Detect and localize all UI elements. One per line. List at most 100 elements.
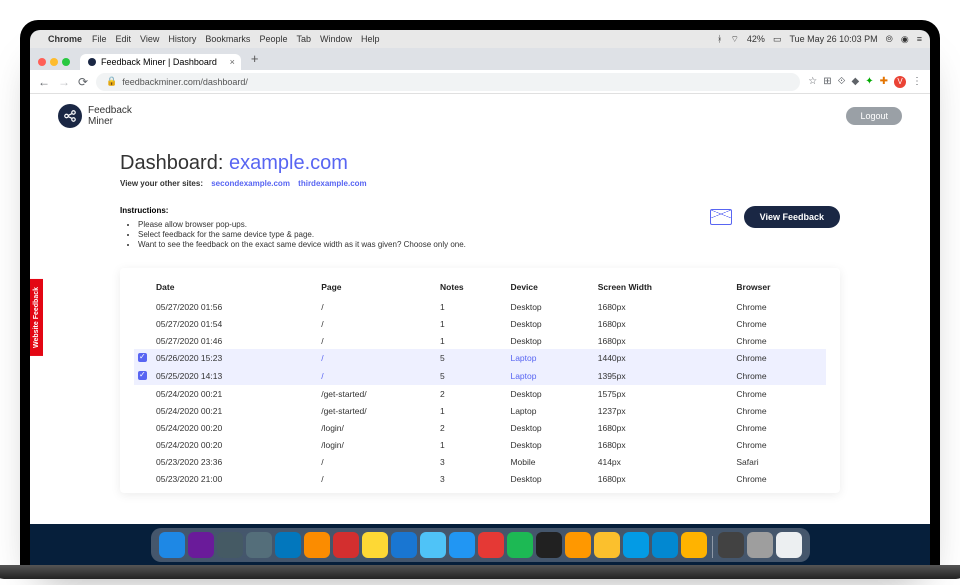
menubar-item[interactable]: File xyxy=(92,34,107,44)
dock-app[interactable] xyxy=(747,532,773,558)
logout-button[interactable]: Logout xyxy=(846,107,902,125)
page-title: Dashboard: example.com xyxy=(120,152,840,175)
dock-app[interactable] xyxy=(159,532,185,558)
table-row[interactable]: 05/27/2020 01:56/1Desktop1680pxChrome xyxy=(134,298,826,315)
site-link[interactable]: secondexample.com xyxy=(211,179,290,188)
table-row[interactable]: 05/24/2020 00:21/get-started/2Desktop157… xyxy=(134,385,826,402)
new-tab-button[interactable]: + xyxy=(245,51,265,70)
feedback-side-tab[interactable]: Website Feedback xyxy=(30,279,43,356)
reload-button[interactable]: ⟳ xyxy=(78,75,88,89)
dock-app[interactable] xyxy=(391,532,417,558)
dock-app[interactable] xyxy=(246,532,272,558)
close-tab-icon[interactable]: × xyxy=(230,57,235,67)
macos-menubar: Chrome File Edit View History Bookmarks Peopl… xyxy=(30,30,930,48)
dock-app[interactable] xyxy=(478,532,504,558)
screen: Chrome File Edit View History Bookmarks Peopl… xyxy=(30,30,930,565)
logo-mark xyxy=(58,104,82,128)
dock-app[interactable] xyxy=(188,532,214,558)
extension-icon[interactable]: ✚ xyxy=(880,76,888,87)
table-row[interactable]: 05/27/2020 01:46/1Desktop1680pxChrome xyxy=(134,332,826,349)
extension-icon[interactable]: ⊞ xyxy=(823,76,831,87)
menubar-item[interactable]: Bookmarks xyxy=(205,34,250,44)
row-checkbox[interactable] xyxy=(138,371,147,380)
view-feedback-button[interactable]: View Feedback xyxy=(744,206,840,228)
menubar-item[interactable]: View xyxy=(140,34,159,44)
column-header[interactable]: Screen Width xyxy=(594,278,733,298)
instruction-item: Select feedback for the same device type… xyxy=(138,230,466,239)
table-row[interactable]: 05/25/2020 14:13/5Laptop1395pxChrome xyxy=(134,367,826,385)
app-header: FeedbackMiner Logout xyxy=(30,94,930,136)
menu-icon[interactable]: ≡ xyxy=(917,34,922,44)
menubar-item[interactable]: Tab xyxy=(296,34,311,44)
menubar-item[interactable]: Help xyxy=(361,34,380,44)
dock-app[interactable] xyxy=(362,532,388,558)
column-header[interactable]: Device xyxy=(506,278,593,298)
address-bar[interactable]: 🔒 feedbackminer.com/dashboard/ xyxy=(96,73,800,91)
other-sites: View your other sites: secondexample.com… xyxy=(120,179,840,188)
dock-app[interactable] xyxy=(420,532,446,558)
clock: Tue May 26 10:03 PM xyxy=(789,34,877,44)
macos-dock xyxy=(30,524,930,565)
battery-text: 42% xyxy=(747,34,765,44)
lock-icon: 🔒 xyxy=(106,76,117,87)
dock-app[interactable] xyxy=(718,532,744,558)
browser-toolbar: ← → ⟳ 🔒 feedbackminer.com/dashboard/ ☆ ⊞… xyxy=(30,70,930,94)
dock-app[interactable] xyxy=(333,532,359,558)
column-header[interactable]: Page xyxy=(317,278,436,298)
menubar-app[interactable]: Chrome xyxy=(48,34,82,44)
instruction-item: Please allow browser pop-ups. xyxy=(138,220,466,229)
maximize-window[interactable] xyxy=(62,58,70,66)
dock-app[interactable] xyxy=(275,532,301,558)
dock-app[interactable] xyxy=(449,532,475,558)
extension-icon[interactable]: ◆ xyxy=(852,76,860,87)
mail-icon[interactable] xyxy=(710,209,732,225)
dock-app[interactable] xyxy=(623,532,649,558)
menubar-item[interactable]: History xyxy=(168,34,196,44)
dock-app[interactable] xyxy=(652,532,678,558)
dock-app[interactable] xyxy=(304,532,330,558)
url-text: feedbackminer.com/dashboard/ xyxy=(122,77,248,87)
forward-button[interactable]: → xyxy=(58,75,70,89)
table-row[interactable]: 05/24/2020 00:20/login/1Desktop1680pxChr… xyxy=(134,436,826,453)
column-header[interactable]: Browser xyxy=(732,278,826,298)
extension-icon[interactable]: ✦ xyxy=(865,76,873,87)
page-content: Website Feedback FeedbackMiner Logout Da… xyxy=(30,94,930,524)
site-link[interactable]: thirdexample.com xyxy=(298,179,366,188)
dock-app[interactable] xyxy=(507,532,533,558)
browser-tab-strip: Feedback Miner | Dashboard × + xyxy=(30,48,930,70)
column-header[interactable]: Notes xyxy=(436,278,506,298)
chrome-menu-icon[interactable]: ⋮ xyxy=(912,76,922,87)
favicon xyxy=(88,58,96,66)
wifi-icon[interactable]: ⌔ xyxy=(730,34,738,45)
extension-icon[interactable]: ☆ xyxy=(808,76,817,87)
dock-app[interactable] xyxy=(565,532,591,558)
window-controls xyxy=(36,58,76,70)
extension-icon[interactable]: V xyxy=(894,76,906,88)
row-checkbox[interactable] xyxy=(138,353,147,362)
minimize-window[interactable] xyxy=(50,58,58,66)
siri-icon[interactable]: ◉ xyxy=(901,34,909,45)
back-button[interactable]: ← xyxy=(38,75,50,89)
table-row[interactable]: 05/24/2020 00:20/login/2Desktop1680pxChr… xyxy=(134,419,826,436)
menubar-item[interactable]: Window xyxy=(320,34,352,44)
table-row[interactable]: 05/27/2020 01:54/1Desktop1680pxChrome xyxy=(134,315,826,332)
column-header[interactable]: Date xyxy=(152,278,317,298)
menubar-item[interactable]: People xyxy=(259,34,287,44)
dock-app[interactable] xyxy=(594,532,620,558)
dock-separator xyxy=(712,536,713,558)
bluetooth-icon[interactable]: ᚼ xyxy=(717,34,722,44)
dock-app[interactable] xyxy=(776,532,802,558)
table-row[interactable]: 05/23/2020 23:36/3Mobile414pxSafari xyxy=(134,453,826,470)
close-window[interactable] xyxy=(38,58,46,66)
dock-app[interactable] xyxy=(217,532,243,558)
browser-tab[interactable]: Feedback Miner | Dashboard × xyxy=(80,54,241,70)
menubar-item[interactable]: Edit xyxy=(116,34,132,44)
table-row[interactable]: 05/26/2020 15:23/5Laptop1440pxChrome xyxy=(134,349,826,367)
spotlight-icon[interactable]: ⦾ xyxy=(886,34,893,45)
extension-icon[interactable]: ⟐ xyxy=(838,76,846,87)
dock-app[interactable] xyxy=(536,532,562,558)
dock-app[interactable] xyxy=(681,532,707,558)
table-row[interactable]: 05/23/2020 21:00/3Desktop1680pxChrome xyxy=(134,470,826,487)
brand-logo[interactable]: FeedbackMiner xyxy=(58,104,132,128)
table-row[interactable]: 05/24/2020 00:21/get-started/1Laptop1237… xyxy=(134,402,826,419)
